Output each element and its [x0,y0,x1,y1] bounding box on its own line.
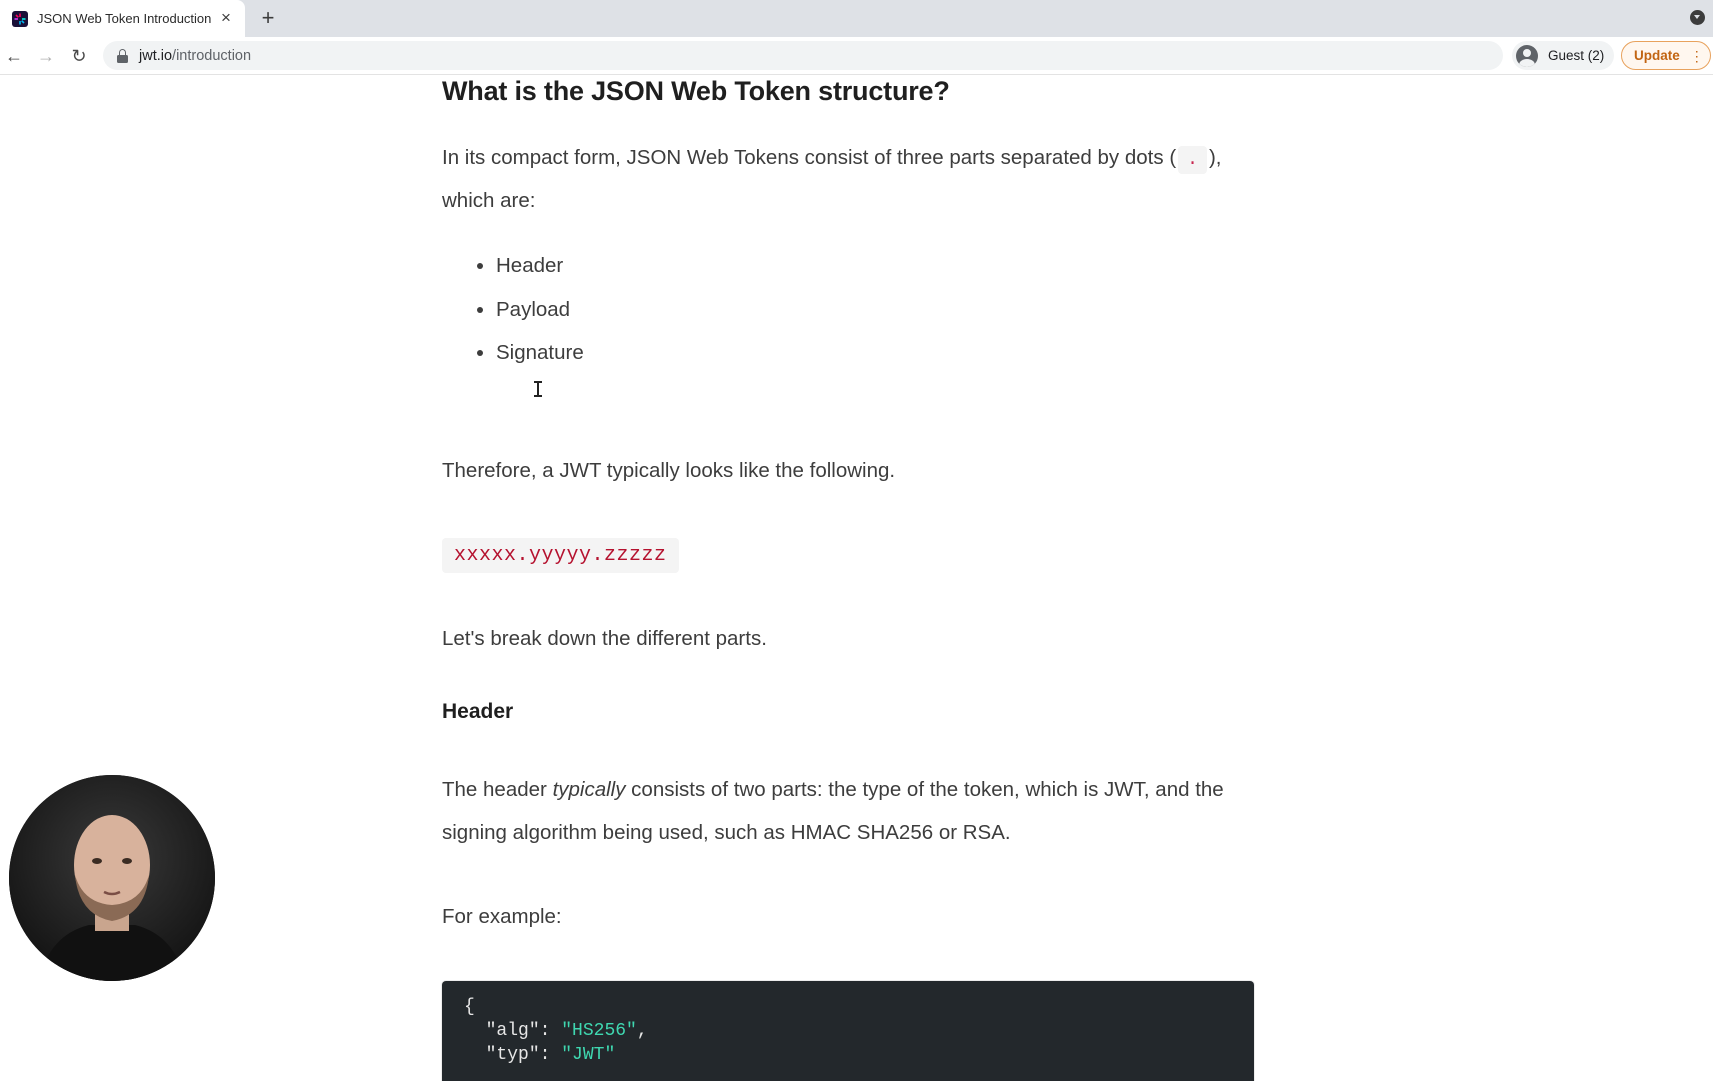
jwt-logo-icon [12,10,28,27]
tab-title: JSON Web Token Introduction [37,11,212,26]
arrow-right-icon[interactable]: → [34,44,58,68]
webcam-video [9,775,215,981]
arrow-left-icon[interactable]: ← [2,44,26,68]
update-button[interactable]: Update ⋮ [1621,41,1711,70]
tab-search-icon[interactable] [1690,10,1705,25]
code-line: "alg": "HS256", [485,1021,648,1041]
profile-button[interactable]: Guest (2) [1512,41,1614,70]
code-line: "typ": "JWT" [485,1045,616,1065]
therefore-paragraph: Therefore, a JWT typically looks like th… [442,459,896,482]
for-example-paragraph: For example: [442,905,562,928]
parts-list: Header Payload Signature [472,250,584,381]
header-description: The header typically consists of two par… [442,778,1224,844]
browser-toolbar: ← → ↻ jwt.io/introduction Guest (2) Upda… [0,37,1713,75]
header-heading: Header [442,700,514,723]
break-down-paragraph: Let's break down the different parts. [442,627,767,650]
browser-tab[interactable]: JSON Web Token Introduction × [0,0,245,37]
section-heading: What is the JSON Web Token structure? [442,76,950,106]
reload-icon[interactable]: ↻ [67,44,91,68]
address-bar[interactable]: jwt.io/introduction [103,41,1503,70]
close-tab-icon[interactable]: × [217,9,235,27]
list-item: Signature [496,337,584,381]
header-code-block: { "alg": "HS256", "typ": "JWT" [442,981,1254,1081]
lock-icon[interactable] [117,48,128,63]
new-tab-icon[interactable]: + [256,6,280,30]
code-line: { [464,997,475,1017]
url-text[interactable]: jwt.io/introduction [139,48,251,64]
list-item: Header [496,250,584,294]
update-label: Update [1634,48,1680,63]
kebab-icon: ⋮ [1689,47,1704,64]
tab-strip: JSON Web Token Introduction × + [0,0,1713,37]
jwt-example-code: xxxxx.yyyyy.zzzzz [442,538,679,573]
profile-label: Guest (2) [1548,48,1605,63]
list-item: Payload [496,294,584,338]
dot-code: . [1178,146,1207,174]
intro-paragraph: In its compact form, JSON Web Tokens con… [442,146,1222,212]
text-cursor-icon [534,381,542,397]
avatar-icon [1516,44,1538,67]
